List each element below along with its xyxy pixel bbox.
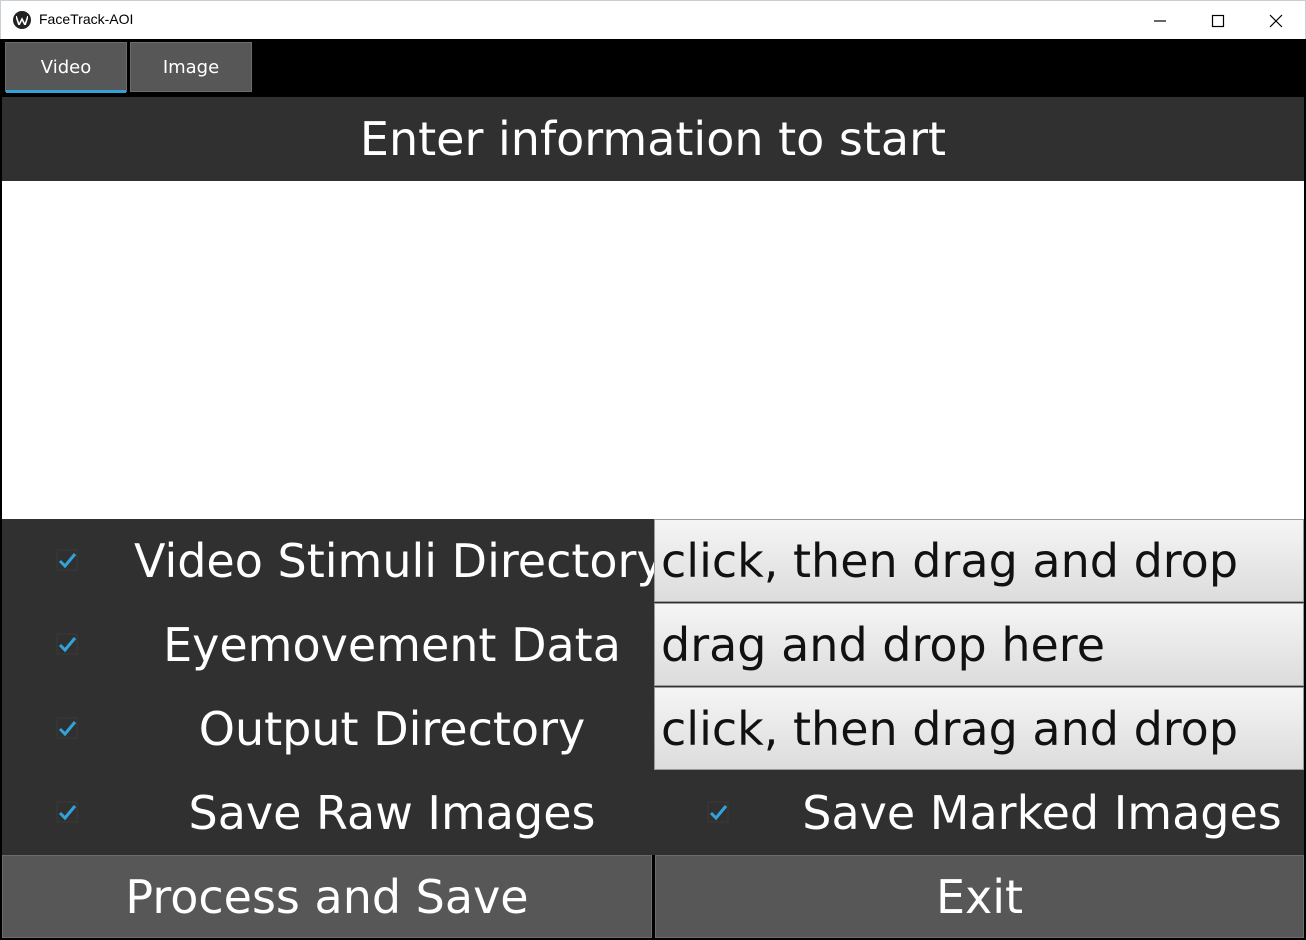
window-title: FaceTrack-AOI [39,11,134,27]
title-bar: FaceTrack-AOI [0,0,1306,39]
save-raw-label: Save Raw Images [188,786,596,840]
video-stimuli-label: Video Stimuli Directory [134,534,664,588]
save-marked-checkbox[interactable] [707,801,729,823]
maximize-icon [1211,14,1225,28]
eyemovement-field[interactable]: drag and drop here [654,603,1304,686]
exit-button[interactable]: Exit [655,855,1304,938]
close-button[interactable] [1247,1,1305,40]
tab-bar: Video Image [0,39,1306,97]
preview-area [2,181,1304,519]
save-raw-checkbox[interactable] [56,801,78,823]
video-stimuli-field[interactable]: click, then drag and drop [654,519,1304,602]
minimize-icon [1154,20,1166,22]
process-and-save-button[interactable]: Process and Save [2,855,652,938]
eyemovement-label: Eyemovement Data [163,618,621,672]
maximize-button[interactable] [1189,1,1247,40]
minimize-button[interactable] [1131,1,1189,40]
close-icon [1269,14,1283,28]
page-title: Enter information to start [2,97,1304,181]
output-dir-label: Output Directory [198,702,586,756]
eyemovement-checkbox[interactable] [56,633,78,655]
video-stimuli-checkbox[interactable] [56,549,78,571]
output-dir-field[interactable]: click, then drag and drop [654,687,1304,770]
tab-video[interactable]: Video [5,42,127,93]
tab-image[interactable]: Image [130,42,252,92]
output-dir-checkbox[interactable] [56,717,78,739]
app-logo-icon [13,11,31,29]
save-marked-label: Save Marked Images [802,786,1282,840]
